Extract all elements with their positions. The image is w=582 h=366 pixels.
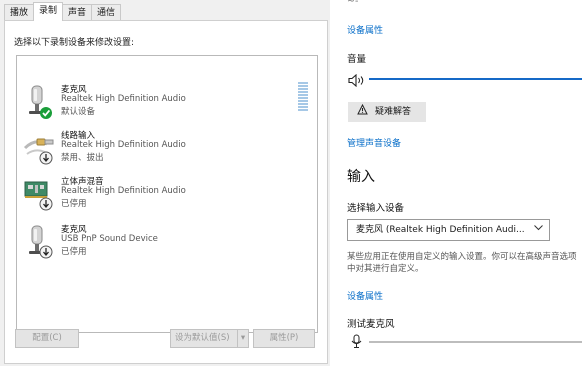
troubleshoot-button[interactable]: 疑难解答: [348, 102, 426, 122]
test-mic-label: 测试麦克风: [347, 319, 395, 330]
microphone-icon: [351, 334, 362, 353]
list-item[interactable]: 麦克风 USB PnP Sound Device 已停用: [17, 222, 315, 266]
recording-panel: 选择以下录制设备来修改设置: 麦克风 Realtek High Definiti…: [4, 20, 328, 364]
device-description: Realtek High Definition Audio: [61, 140, 186, 150]
sound-settings-pane: ~- 设备属性 音量 疑难解答 管理声音设备 输入 选择输入设备 麦克风 (Re…: [334, 0, 582, 366]
device-description: Realtek High Definition Audio: [61, 94, 186, 104]
selected-input-device: 麦克风 (Realtek High Definition Audi...: [356, 225, 525, 235]
microphone-icon: [29, 85, 52, 119]
set-default-button[interactable]: 设为默认值(S): [170, 329, 238, 348]
custom-input-info-text: 某些应用正在使用自定义的输入设置。你可以在高级声音选项中对其进行自定义。: [347, 252, 577, 274]
list-item[interactable]: 麦克风 Realtek High Definition Audio 默认设备: [17, 82, 315, 126]
level-meter: [298, 82, 308, 114]
tab-communications[interactable]: 通信: [91, 4, 122, 21]
sound-dialog: 播放 录制 声音 通信 选择以下录制设备来修改设置: 麦克风 Realtek H…: [0, 0, 330, 366]
volume-label: 音量: [347, 54, 367, 65]
device-description: USB PnP Sound Device: [61, 234, 158, 244]
chevron-down-icon: ▾: [240, 333, 246, 343]
device-status: 已停用: [61, 247, 87, 257]
tab-strip: 播放 录制 声音 通信: [4, 2, 122, 21]
output-device-properties-link[interactable]: 设备属性: [347, 23, 383, 36]
top-fragment: ~-: [347, 0, 359, 7]
choose-input-label: 选择输入设备: [347, 203, 405, 214]
device-description: Realtek High Definition Audio: [61, 186, 186, 196]
instruction-text: 选择以下录制设备来修改设置:: [14, 38, 135, 48]
tab-recording[interactable]: 录制: [33, 2, 64, 21]
default-check-badge: [40, 107, 52, 119]
device-status: 默认设备: [61, 107, 96, 117]
troubleshoot-label: 疑难解答: [375, 107, 412, 117]
tab-playback[interactable]: 播放: [4, 4, 35, 21]
speaker-icon[interactable]: [348, 72, 366, 91]
input-device-select[interactable]: 麦克风 (Realtek High Definition Audi...: [347, 219, 550, 241]
manage-sound-devices-link[interactable]: 管理声音设备: [347, 136, 401, 149]
configure-button[interactable]: 配置(C): [15, 329, 79, 348]
microphone-icon: [29, 225, 53, 259]
set-default-label: 设为默认值(S): [175, 333, 230, 343]
line-in-cable-icon: [23, 138, 54, 165]
warning-icon: [357, 102, 368, 122]
device-status: 已停用: [61, 199, 87, 209]
chevron-down-icon: [534, 220, 543, 240]
list-item[interactable]: 线路输入 Realtek High Definition Audio 禁用、拔出: [17, 128, 315, 172]
input-device-properties-link[interactable]: 设备属性: [347, 289, 383, 302]
input-heading: 输入: [347, 169, 375, 185]
volume-slider[interactable]: [369, 78, 582, 80]
set-default-dropdown[interactable]: ▾: [237, 329, 249, 348]
device-status: 禁用、拔出: [61, 153, 104, 163]
sound-card-icon: [24, 181, 53, 211]
mic-level-meter: [369, 341, 582, 343]
device-list[interactable]: 麦克风 Realtek High Definition Audio 默认设备 线…: [16, 55, 318, 333]
list-item[interactable]: 立体声混音 Realtek High Definition Audio 已停用: [17, 174, 315, 218]
properties-button[interactable]: 属性(P): [253, 329, 315, 348]
tab-sounds[interactable]: 声音: [62, 4, 93, 21]
